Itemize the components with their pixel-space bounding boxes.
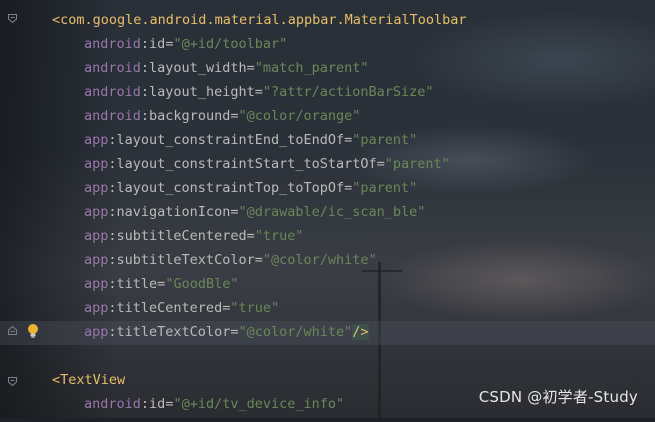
- code-line[interactable]: app:subtitleCentered="true": [0, 224, 304, 248]
- namespace-colon: :: [108, 204, 117, 220]
- tag-open-bracket: <: [52, 372, 61, 388]
- namespace-colon: :: [108, 228, 117, 244]
- namespace-colon: :: [140, 36, 150, 52]
- attribute-namespace: app: [84, 324, 109, 340]
- attribute-name: subtitleTextColor: [116, 252, 255, 268]
- attribute-value: "parent": [384, 156, 450, 172]
- equals-sign: =: [254, 84, 263, 100]
- code-line[interactable]: <TextView: [0, 368, 125, 392]
- attribute-value: "?attr/actionBarSize": [262, 84, 434, 100]
- equals-sign: =: [246, 228, 255, 244]
- attribute-value: "@color/orange": [238, 108, 361, 124]
- code-line[interactable]: app:navigationIcon="@drawable/ic_scan_bl…: [0, 200, 425, 224]
- namespace-colon: :: [108, 156, 117, 172]
- equals-sign: =: [254, 252, 263, 268]
- code-line[interactable]: android:layout_width="match_parent": [0, 56, 369, 80]
- attribute-namespace: app: [84, 132, 109, 148]
- attribute-namespace: app: [84, 156, 109, 172]
- namespace-colon: :: [140, 60, 150, 76]
- attribute-name: background: [149, 108, 231, 124]
- code-line[interactable]: android:layout_height="?attr/actionBarSi…: [0, 80, 434, 104]
- code-line[interactable]: app:layout_constraintEnd_toEndOf="parent…: [0, 128, 417, 152]
- tag-self-close: />: [352, 324, 369, 340]
- equals-sign: =: [376, 156, 385, 172]
- namespace-colon: :: [108, 252, 117, 268]
- attribute-value: "true": [254, 228, 304, 244]
- code-line[interactable]: android:background="@color/orange": [0, 104, 360, 128]
- attribute-name: id: [149, 396, 166, 412]
- code-line[interactable]: <com.google.android.material.appbar.Mate…: [0, 8, 467, 32]
- attribute-name: titleTextColor: [116, 324, 231, 340]
- code-line[interactable]: app:subtitleTextColor="@color/white": [0, 248, 377, 272]
- attribute-namespace: android: [84, 36, 141, 52]
- attribute-name: layout_width: [149, 60, 247, 76]
- tag-open-bracket: <: [52, 12, 61, 28]
- attribute-value: "parent": [352, 180, 418, 196]
- attribute-value: "@+id/toolbar": [173, 36, 288, 52]
- code-line[interactable]: android:id="@+id/toolbar": [0, 32, 287, 56]
- attribute-namespace: app: [84, 276, 109, 292]
- attribute-value: "parent": [352, 132, 418, 148]
- attribute-namespace: app: [84, 228, 109, 244]
- attribute-name: title: [116, 276, 158, 292]
- code-line[interactable]: app:titleCentered="true": [0, 296, 279, 320]
- attribute-value: "@color/white": [262, 252, 377, 268]
- attribute-value: "@+id/tv_device_info": [173, 396, 345, 412]
- code-line[interactable]: android:id="@+id/tv_device_info": [0, 392, 344, 416]
- tag-name: com.google.android.material.appbar.Mater…: [60, 12, 467, 28]
- equals-sign: =: [246, 60, 255, 76]
- attribute-namespace: android: [84, 60, 141, 76]
- namespace-colon: :: [140, 396, 150, 412]
- attribute-namespace: app: [84, 204, 109, 220]
- attribute-name: subtitleCentered: [116, 228, 247, 244]
- code-line[interactable]: app:layout_constraintTop_toTopOf="parent…: [0, 176, 417, 200]
- attribute-namespace: app: [84, 252, 109, 268]
- namespace-colon: :: [108, 324, 117, 340]
- namespace-colon: :: [108, 132, 117, 148]
- attribute-name: layout_constraintTop_toTopOf: [116, 180, 345, 196]
- watermark: CSDN @初学者-Study: [478, 388, 638, 406]
- attribute-name: layout_constraintStart_toStartOf: [116, 156, 377, 172]
- attribute-value: "@color/white": [238, 324, 353, 340]
- attribute-name: layout_height: [149, 84, 255, 100]
- attribute-namespace: android: [84, 108, 141, 124]
- attribute-namespace: app: [84, 180, 109, 196]
- attribute-namespace: app: [84, 300, 109, 316]
- namespace-colon: :: [140, 108, 150, 124]
- namespace-colon: :: [140, 84, 150, 100]
- tag-name: TextView: [60, 372, 126, 388]
- code-line[interactable]: app:layout_constraintStart_toStartOf="pa…: [0, 152, 450, 176]
- namespace-colon: :: [108, 276, 117, 292]
- namespace-colon: :: [108, 180, 117, 196]
- attribute-namespace: android: [84, 396, 141, 412]
- attribute-value: "match_parent": [254, 60, 369, 76]
- attribute-name: navigationIcon: [116, 204, 231, 220]
- code-line[interactable]: app:title="GoodBle": [0, 272, 238, 296]
- attribute-name: layout_constraintEnd_toEndOf: [116, 132, 345, 148]
- attribute-namespace: android: [84, 84, 141, 100]
- attribute-name: id: [149, 36, 166, 52]
- attribute-value: "GoodBle": [165, 276, 239, 292]
- namespace-colon: :: [108, 300, 117, 316]
- attribute-value: "@drawable/ic_scan_ble": [238, 204, 426, 220]
- attribute-value: "true": [230, 300, 280, 316]
- code-line[interactable]: app:titleTextColor="@color/white"/>: [0, 320, 369, 344]
- attribute-name: titleCentered: [116, 300, 223, 316]
